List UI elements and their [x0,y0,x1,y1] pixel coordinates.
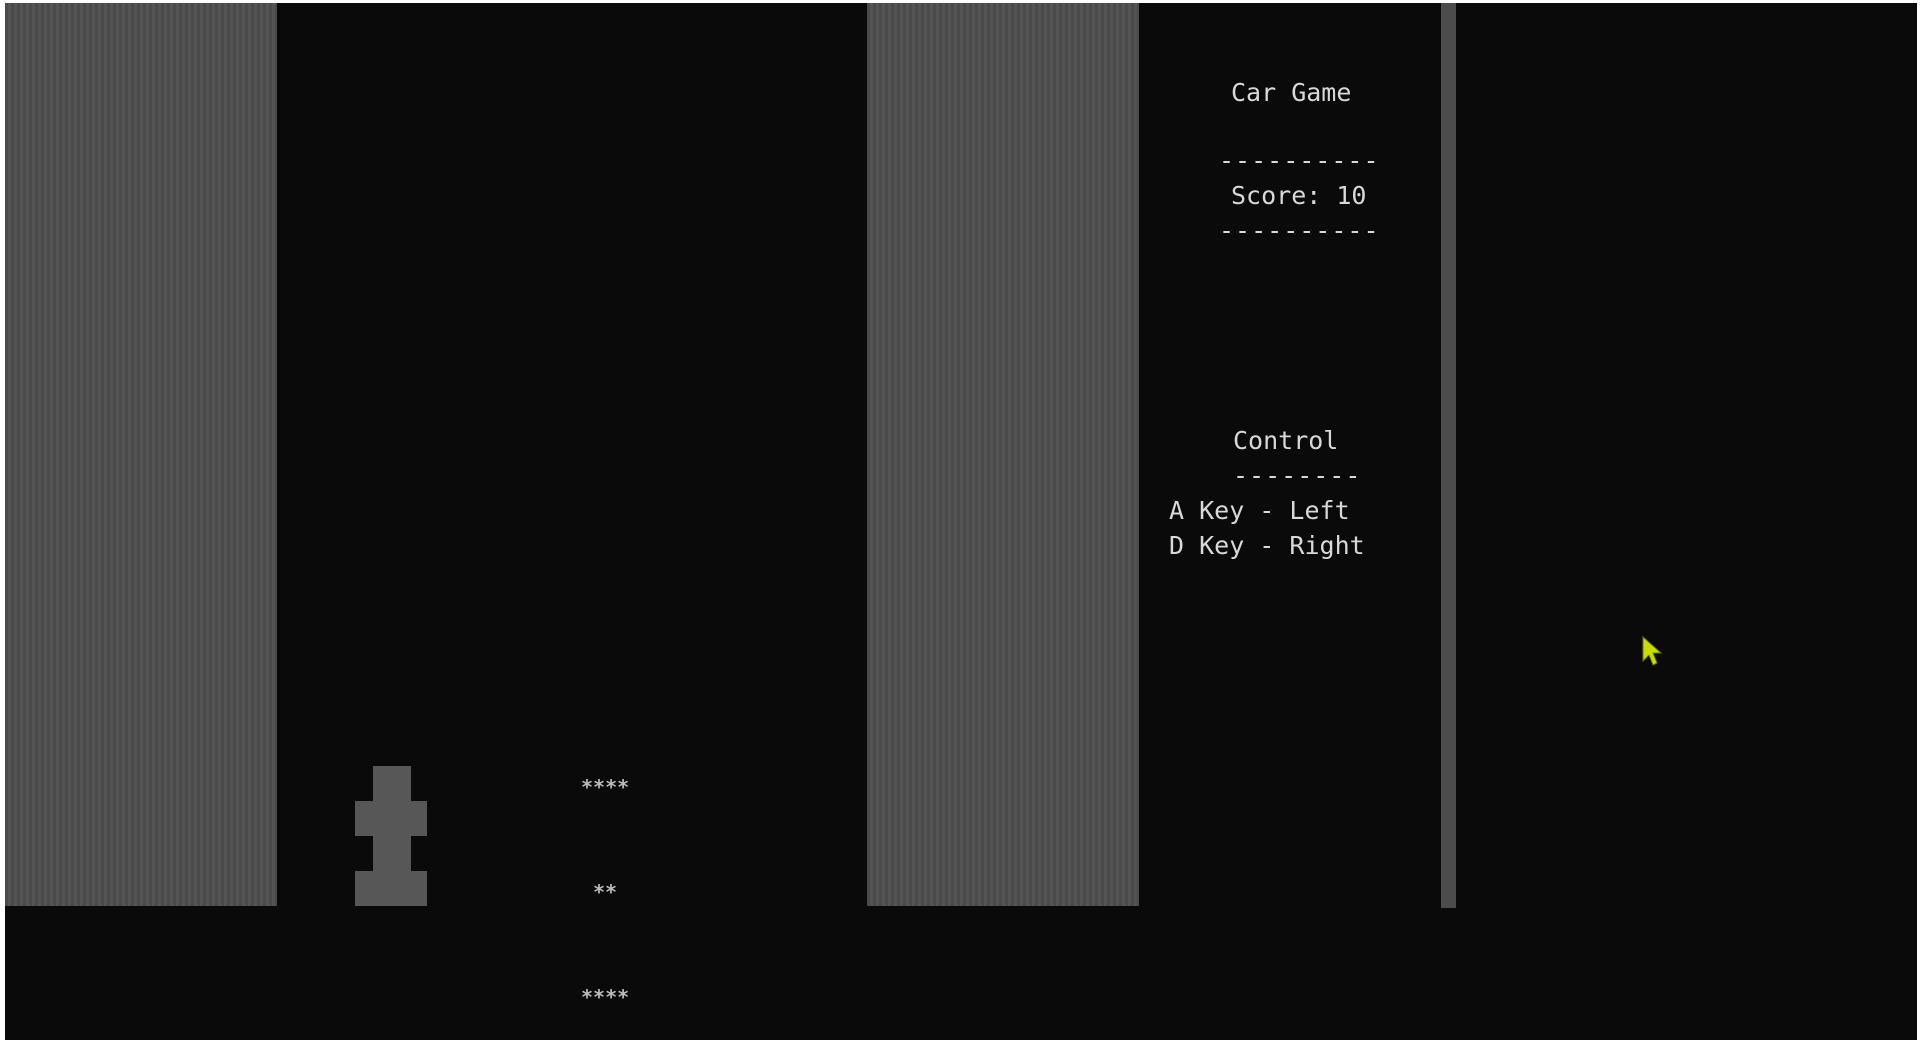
player-car-lower-wings [355,871,427,906]
road-wall-left [5,3,277,906]
controls-separator: -------- [1233,461,1362,490]
score-separator-top: ---------- [1219,146,1380,175]
player-car-upper-wings [355,801,427,836]
score-separator-bottom: ---------- [1219,216,1380,245]
score-display: Score: 10 [1231,178,1366,213]
enemy-car-row: **** [581,775,630,799]
game-screen[interactable]: **** ** **** Car Game ---------- Score: … [5,3,1917,1040]
road-wall-right [867,3,1139,906]
arrow-cursor-icon [1642,635,1663,666]
controls-title: Control [1233,426,1339,455]
enemy-car-row: **** [581,985,630,1009]
game-title: Car Game [1231,78,1352,107]
control-right-instruction: D Key - Right [1169,531,1365,560]
enemy-car-row: ** [593,880,618,904]
player-car-body [373,836,411,871]
player-car-top [373,766,411,801]
score-value: 10 [1336,181,1367,210]
score-label: Score: [1231,181,1322,210]
control-left-instruction: A Key - Left [1169,496,1350,525]
info-panel-divider [1441,3,1456,908]
enemy-car: **** ** **** [581,700,629,1040]
